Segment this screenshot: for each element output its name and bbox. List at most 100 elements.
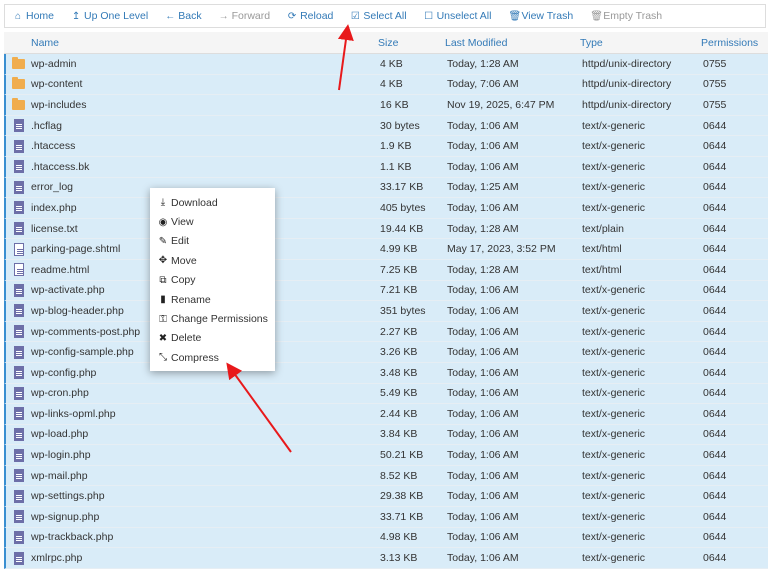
menu-item-edit[interactable]: ✎ Edit [150,232,275,251]
table-row[interactable]: wp-blog-header.php 351 bytes Today, 1:06 A… [4,301,768,322]
table-row[interactable]: wp-cron.php 5.49 KB Today, 1:06 AM text/x-g… [4,383,768,405]
table-row[interactable]: wp-includes 16 KB Nov 19, 2025, 6:47 PM htt… [4,95,768,116]
file-modified: Today, 1:06 AM [447,284,519,297]
table-row[interactable]: wp-content 4 KB Today, 7:06 AM httpd/unix-d… [4,74,768,96]
file-size: 4 KB [380,57,403,70]
back-button[interactable]: ← Back [165,10,201,22]
menu-item-label: Delete [171,332,202,345]
menu-item-view[interactable]: ◉ View [150,212,275,231]
file-modified: Today, 1:06 AM [447,449,519,462]
file-permissions: 0644 [703,366,727,379]
table-row[interactable]: wp-signup.php 33.71 KB Today, 1:06 AM text/… [4,507,768,528]
menu-item-download[interactable]: ⤓ Download [150,193,275,212]
table-row[interactable]: readme.html 7.25 KB Today, 1:28 AM text/htm… [4,259,768,281]
file-icon [13,366,24,380]
table-row[interactable]: error_log 33.17 KB Today, 1:25 AM text/x-ge… [4,177,768,199]
file-size: 33.71 KB [380,510,424,523]
table-row[interactable]: wp-comments-post.php 2.27 KB Today, 1:06 A… [4,321,768,343]
html-file-icon [13,263,24,277]
menu-item-label: Compress [171,351,219,364]
table-row[interactable]: wp-config.php 3.48 KB Today, 1:06 AM text/x… [4,362,768,384]
file-name: wp-mail.php [31,469,88,482]
table-row[interactable]: index.php 405 bytes Today, 1:06 AM text/x-g… [4,198,768,219]
file-size: 3.48 KB [380,366,418,379]
file-modified: Today, 1:06 AM [447,346,519,359]
file-modified: Today, 1:06 AM [447,387,519,400]
table-row[interactable]: wp-login.php 50.21 KB Today, 1:06 AM text/x… [4,445,768,466]
file-modified: Today, 1:06 AM [447,490,519,503]
file-type: text/x-generic [582,346,646,359]
file-type: httpd/unix-directory [582,98,672,111]
file-modified: Today, 1:06 AM [447,119,519,132]
file-size: 5.49 KB [380,387,418,400]
menu-item-label: Copy [171,274,196,287]
menu-item-label: Move [171,254,197,267]
up-one-level-button[interactable]: ↥ Up One Level [71,10,148,22]
file-type: text/x-generic [582,490,646,503]
file-modified: Nov 19, 2025, 6:47 PM [447,98,555,111]
file-size: 2.44 KB [380,407,418,420]
file-type: text/x-generic [582,449,646,462]
column-permissions[interactable]: Permissions [701,37,761,49]
file-modified: Today, 1:06 AM [447,469,519,482]
view-trash-button[interactable]: 🗑 View Trash [508,10,573,22]
file-icon [13,448,24,462]
file-permissions: 0644 [703,181,727,194]
table-row[interactable]: wp-mail.php 8.52 KB Today, 1:06 AM text/x-g… [4,465,768,487]
toolbar-label: Forward [231,10,271,22]
table-row[interactable]: .htaccess.bk 1.1 KB Today, 1:06 AM text/x-g… [4,156,768,178]
table-row[interactable]: wp-admin 4 KB Today, 1:28 AM httpd/unix-dir… [4,54,768,75]
file-permissions: 0644 [703,140,727,153]
file-permissions: 0644 [703,346,727,359]
file-name: wp-load.php [31,428,89,441]
close-icon: ✖ [158,332,168,344]
column-type[interactable]: Type [580,37,701,49]
menu-item-move[interactable]: ✥ Move [150,251,275,270]
table-row[interactable]: license.txt 19.44 KB Today, 1:28 AM text/pl… [4,218,768,240]
table-row[interactable]: wp-settings.php 29.38 KB Today, 1:06 AM tex… [4,486,768,508]
file-size: 1.1 KB [380,160,412,173]
file-permissions: 0644 [703,325,727,338]
table-row[interactable]: wp-config-sample.php 3.26 KB Today, 1:06 A… [4,342,768,363]
select-all-button[interactable]: ☑ Select All [350,10,407,22]
file-icon [13,510,24,524]
menu-item-label: Change Permissions [171,313,268,326]
file-modified: Today, 1:28 AM [447,57,519,70]
table-row[interactable]: wp-activate.php 7.21 KB Today, 1:06 AM text… [4,280,768,302]
menu-item-copy[interactable]: ⧉ Copy [150,271,275,290]
empty-trash-button[interactable]: 🗑 Empty Trash [590,10,662,22]
download-icon: ⤓ [160,197,166,209]
menu-item-rename[interactable]: ▮ Rename [150,290,275,309]
unselect-all-button[interactable]: ☐ Unselect All [424,10,491,22]
file-modified: Today, 1:06 AM [447,407,519,420]
table-row[interactable]: .htaccess 1.9 KB Today, 1:06 AM text/x-gene… [4,136,768,157]
file-type: text/html [582,263,622,276]
menu-item-change-permissions[interactable]: ⚿ Change Permissions [150,309,275,328]
column-last-modified[interactable]: Last Modified [445,37,580,49]
column-size[interactable]: Size [378,37,445,49]
menu-item-label: Rename [171,293,211,306]
menu-item-delete[interactable]: ✖ Delete [150,329,275,348]
table-row[interactable]: xmlrpc.php 3.13 KB Today, 1:06 AM text/x-ge… [4,548,768,569]
table-row[interactable]: parking-page.shtml 4.99 KB May 17, 2023, 3… [4,239,768,260]
menu-item-compress[interactable]: ⤡ Compress [150,348,275,367]
file-type: text/x-generic [582,531,646,544]
table-row[interactable]: wp-links-opml.php 2.44 KB Today, 1:06 AM te… [4,404,768,425]
table-row[interactable]: .hcflag 30 bytes Today, 1:06 AM text/x-gene… [4,115,768,137]
table-row[interactable]: wp-load.php 3.84 KB Today, 1:06 AM text/x-g… [4,424,768,446]
file-size: 4.99 KB [380,243,418,256]
forward-button[interactable]: → Forward [219,10,271,22]
reload-button[interactable]: ⟳ Reload [287,10,333,22]
file-modified: Today, 1:06 AM [447,160,519,173]
file-size: 3.26 KB [380,346,418,359]
column-name[interactable]: Name [29,37,378,49]
home-icon: ⌂ [14,10,22,22]
table-row[interactable]: wp-trackback.php 4.98 KB Today, 1:06 AM tex… [4,527,768,549]
file-size: 19.44 KB [380,222,424,235]
home-button[interactable]: ⌂ Home [13,10,54,22]
file-icon [13,530,24,544]
refresh-icon: ⟳ [287,10,297,22]
toolbar-label: View Trash [521,10,574,22]
file-type: text/x-generic [582,119,646,132]
file-modified: Today, 1:06 AM [447,304,519,317]
